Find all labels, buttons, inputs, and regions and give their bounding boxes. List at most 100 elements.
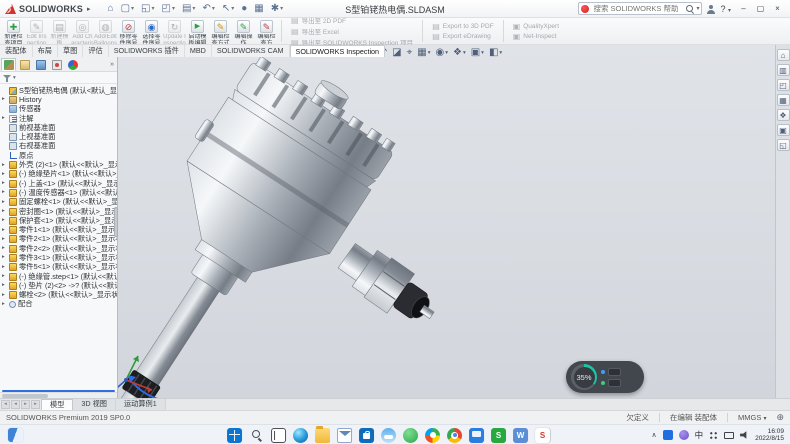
doc-tab-nav-button[interactable]: ▸ bbox=[31, 400, 40, 409]
microsoft-store[interactable] bbox=[359, 428, 374, 443]
ribbon-button[interactable]: 启动模板编辑器 bbox=[186, 18, 209, 44]
doc-tab[interactable]: 运动算例1 bbox=[116, 399, 166, 410]
ribbon-tab[interactable]: 草图 bbox=[58, 45, 83, 57]
panel-tabs-overflow-icon[interactable]: » bbox=[110, 61, 116, 68]
recorder-button-top[interactable] bbox=[608, 368, 621, 376]
ribbon-button[interactable]: 编辑操作 bbox=[232, 18, 255, 44]
units-globe-icon[interactable]: ⊕ bbox=[776, 412, 784, 423]
section-view-icon[interactable]: ◪ bbox=[392, 47, 401, 58]
appearances-scenes-icon[interactable]: ❖ bbox=[777, 109, 790, 121]
tree-item[interactable]: ▸ 配合 bbox=[0, 300, 117, 309]
tree-filter[interactable]: ▾ bbox=[0, 72, 117, 84]
tree-item[interactable]: ▸ 零件1<1> (默认<<默认>_显示状态 bbox=[0, 225, 117, 234]
task-view[interactable] bbox=[271, 428, 286, 443]
doc-tab-nav-button[interactable]: ▸ bbox=[21, 400, 30, 409]
taskbar-clock[interactable]: 16:09 2022/8/15 bbox=[755, 428, 784, 443]
chrome-browser[interactable] bbox=[447, 428, 462, 443]
minimize-button[interactable]: – bbox=[735, 2, 752, 16]
recorder-button-bottom[interactable] bbox=[608, 379, 621, 387]
ribbon-button[interactable]: Update Inspection Project bbox=[163, 18, 186, 44]
doc-tab[interactable]: 3D 视图 bbox=[73, 399, 116, 410]
ime-language-icon[interactable]: 中 bbox=[695, 429, 704, 441]
solidworks-resources-icon[interactable]: ⌂ bbox=[777, 49, 790, 61]
ribbon-tab[interactable]: 装配体 bbox=[0, 45, 33, 57]
filter-dropdown-icon[interactable]: ▾ bbox=[13, 75, 16, 81]
weather-app[interactable] bbox=[381, 428, 396, 443]
tree-item[interactable]: ▸ 上视基准面 bbox=[0, 132, 117, 141]
new-document-icon[interactable]: ▢▾ bbox=[118, 3, 137, 15]
units-selector[interactable]: MMGS ▾ bbox=[736, 413, 768, 422]
open-icon[interactable]: ◱▾ bbox=[138, 3, 157, 15]
360-browser[interactable] bbox=[425, 428, 440, 443]
volume-icon[interactable] bbox=[740, 431, 749, 440]
ribbon-button[interactable]: Add/Edit Balloons bbox=[94, 18, 117, 44]
custom-properties-icon[interactable]: ▣ bbox=[777, 124, 790, 136]
save-icon[interactable]: ◰▾ bbox=[159, 3, 178, 15]
displaymanager-tab[interactable] bbox=[65, 58, 80, 71]
solidworks-app[interactable]: S bbox=[535, 428, 550, 443]
configurationmanager-tab[interactable] bbox=[33, 58, 48, 71]
tree-item[interactable]: ▸ 外壳 (2)<1> (默认<<默认>_显示状 bbox=[0, 160, 117, 169]
search-input[interactable] bbox=[591, 3, 683, 14]
hide-show-items-icon[interactable]: ❖▾ bbox=[453, 47, 466, 58]
ribbon-button[interactable]: 编辑检查方 bbox=[255, 18, 278, 44]
tree-item[interactable]: ▸ 固定螺栓<1> (默认<<默认>_显示 bbox=[0, 198, 117, 207]
tree-item[interactable]: ▸ (-) 垫片 (2)<2> ->? (默认<<默认> bbox=[0, 281, 117, 290]
file-properties-icon[interactable]: ▦ bbox=[251, 3, 266, 15]
word-app[interactable]: W bbox=[513, 428, 528, 443]
featuremanager-tab[interactable] bbox=[1, 58, 16, 71]
select-cursor-icon[interactable]: ↖▾ bbox=[219, 3, 237, 15]
help-search-box[interactable]: ▾ bbox=[578, 2, 702, 15]
tree-item[interactable]: ▸ 密封圈<1> (默认<<默认>_显示状 bbox=[0, 207, 117, 216]
quality-menu-item[interactable]: ▣Net-Inspect bbox=[513, 32, 559, 41]
start-button[interactable] bbox=[227, 428, 242, 443]
ribbon-button[interactable]: Add Characteristic bbox=[71, 18, 94, 44]
export-menu-item[interactable]: ▤Export eDrawing bbox=[432, 32, 494, 41]
tree-item[interactable]: ▸ 右视基准面 bbox=[0, 142, 117, 151]
tree-item[interactable]: ▸ (-) 温度传感器<1> (默认<<默认>_ bbox=[0, 188, 117, 197]
dynamic-annotation-icon[interactable]: ⌖ bbox=[407, 47, 413, 58]
tree-item[interactable]: ▸ 零件3<1> (默认<<默认>_显示状 bbox=[0, 253, 117, 262]
ribbon-button[interactable]: 新建检查项目 (amp.树) bbox=[2, 18, 25, 44]
help-button[interactable]: ? ▾ bbox=[720, 4, 731, 14]
export-menu-item[interactable]: ▤导出至 Excel bbox=[291, 26, 413, 36]
tree-item[interactable]: ▸ 零件2<1> (默认<<默认>_显示状 bbox=[0, 235, 117, 244]
ribbon-button[interactable]: 移除零件序号 bbox=[117, 18, 140, 44]
cloud-sync-icon[interactable] bbox=[663, 430, 673, 440]
widgets-button[interactable] bbox=[8, 428, 23, 442]
mail-app[interactable] bbox=[337, 428, 352, 443]
ribbon-button[interactable]: 新建模板 bbox=[48, 18, 71, 44]
doc-tab-nav-button[interactable]: ◂ bbox=[1, 400, 10, 409]
file-explorer-icon[interactable]: ◰ bbox=[777, 79, 790, 91]
ribbon-tab[interactable]: SOLIDWORKS 插件 bbox=[109, 45, 185, 57]
design-library-icon[interactable]: ▥ bbox=[777, 64, 790, 76]
network-icon[interactable] bbox=[724, 432, 734, 439]
tree-item[interactable]: ▸ 零件5<1> (默认<<默认>_显示状 bbox=[0, 263, 117, 272]
view-palette-icon[interactable]: ▦ bbox=[777, 94, 790, 106]
forum-icon[interactable]: ◱ bbox=[777, 139, 790, 151]
tree-item[interactable]: ▸ 原点 bbox=[0, 151, 117, 160]
tree-item[interactable]: ▸ 前视基准面 bbox=[0, 123, 117, 132]
export-menu-item[interactable]: ▤Export to 3D PDF bbox=[432, 22, 494, 31]
ribbon-button[interactable]: 选择零件序号 bbox=[140, 18, 163, 44]
360-safe[interactable] bbox=[403, 428, 418, 443]
screen-recorder-widget[interactable]: 35% bbox=[566, 361, 644, 393]
tree-item[interactable]: ▸ 保护套<1> (默认<<默认>_显示状 bbox=[0, 216, 117, 225]
tree-item[interactable]: ▸ 传感器 bbox=[0, 105, 117, 114]
tree-item[interactable]: ▸ (-) 绝缘垫片<1> (默认<<默认>_显 bbox=[0, 170, 117, 179]
login-icon[interactable] bbox=[706, 4, 716, 14]
home-icon[interactable]: ⌂ bbox=[105, 3, 117, 15]
edge-browser[interactable] bbox=[293, 428, 308, 443]
ribbon-button[interactable]: 编辑检查方式 bbox=[209, 18, 232, 44]
ribbon-tab[interactable]: 布局 bbox=[33, 45, 58, 57]
tree-item[interactable]: ▸ 注解 bbox=[0, 114, 117, 123]
ime-keyboard-icon[interactable] bbox=[709, 431, 718, 440]
tree-item[interactable]: ▸ 螺栓<2> (默认<<默认>_显示状态 bbox=[0, 291, 117, 300]
print-icon[interactable]: ▤▾ bbox=[179, 3, 198, 15]
tree-item[interactable]: ▸ History bbox=[0, 95, 117, 104]
ribbon-tab[interactable]: SOLIDWORKS Inspection bbox=[290, 45, 386, 57]
panel-splitter-handle[interactable] bbox=[114, 207, 118, 237]
rebuild-icon[interactable]: ● bbox=[238, 3, 250, 15]
ribbon-tab[interactable]: MBD bbox=[185, 45, 212, 57]
ribbon-button[interactable]: Edit Inspection Project bbox=[25, 18, 48, 44]
